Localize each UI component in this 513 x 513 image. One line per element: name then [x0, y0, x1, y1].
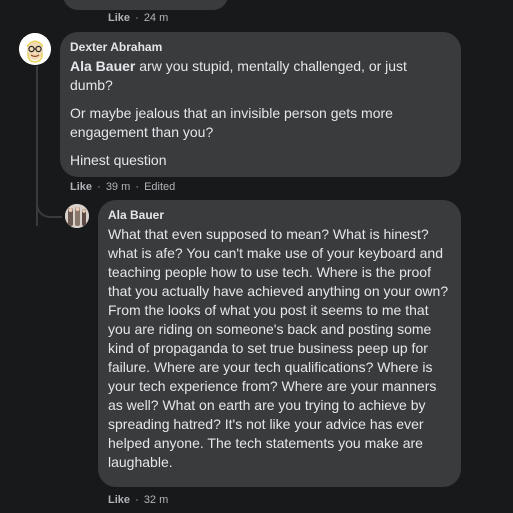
previous-comment-bubble — [63, 0, 228, 10]
like-button[interactable]: Like — [70, 181, 92, 193]
reply-connector — [36, 160, 62, 218]
previous-comment-actions: Like · 24 m — [108, 12, 168, 24]
comment-paragraph: Ala Bauer arw you stupid, mentally chall… — [70, 57, 451, 95]
cartoon-face-icon — [19, 33, 51, 65]
avatar[interactable] — [65, 204, 89, 228]
comment-thread: Like · 24 m Dexter Abraham Ala Bauer arw… — [0, 0, 513, 513]
comment-timestamp[interactable]: 32 m — [144, 494, 168, 506]
separator-dot: · — [135, 181, 140, 193]
comment-author[interactable]: Ala Bauer — [108, 208, 451, 223]
reply-actions: Like · 32 m — [108, 494, 168, 506]
comment-paragraph: Hinest question — [70, 152, 167, 168]
edited-label[interactable]: Edited — [144, 181, 175, 193]
reply-bubble: Ala Bauer What that even supposed to mea… — [98, 200, 461, 487]
comment-timestamp[interactable]: 24 m — [144, 12, 168, 24]
separator-dot: · — [97, 181, 101, 193]
avatar[interactable] — [19, 33, 51, 65]
comment-bubble: Dexter Abraham Ala Bauer arw you stupid,… — [60, 32, 461, 177]
like-button[interactable]: Like — [108, 12, 130, 24]
comment-timestamp[interactable]: 39 m — [106, 181, 130, 193]
separator-dot: · — [135, 494, 139, 506]
like-button[interactable]: Like — [108, 494, 130, 506]
comment-paragraph: Or maybe jealous that an invisible perso… — [70, 105, 393, 140]
separator-dot: · — [135, 12, 139, 24]
comment-author[interactable]: Dexter Abraham — [70, 40, 451, 55]
mention-link[interactable]: Ala Bauer — [70, 58, 135, 74]
comment-actions: Like · 39 m · Edited — [70, 181, 175, 193]
profile-photo-icon — [65, 204, 89, 228]
comment-text: What that even supposed to mean? What is… — [108, 226, 449, 470]
